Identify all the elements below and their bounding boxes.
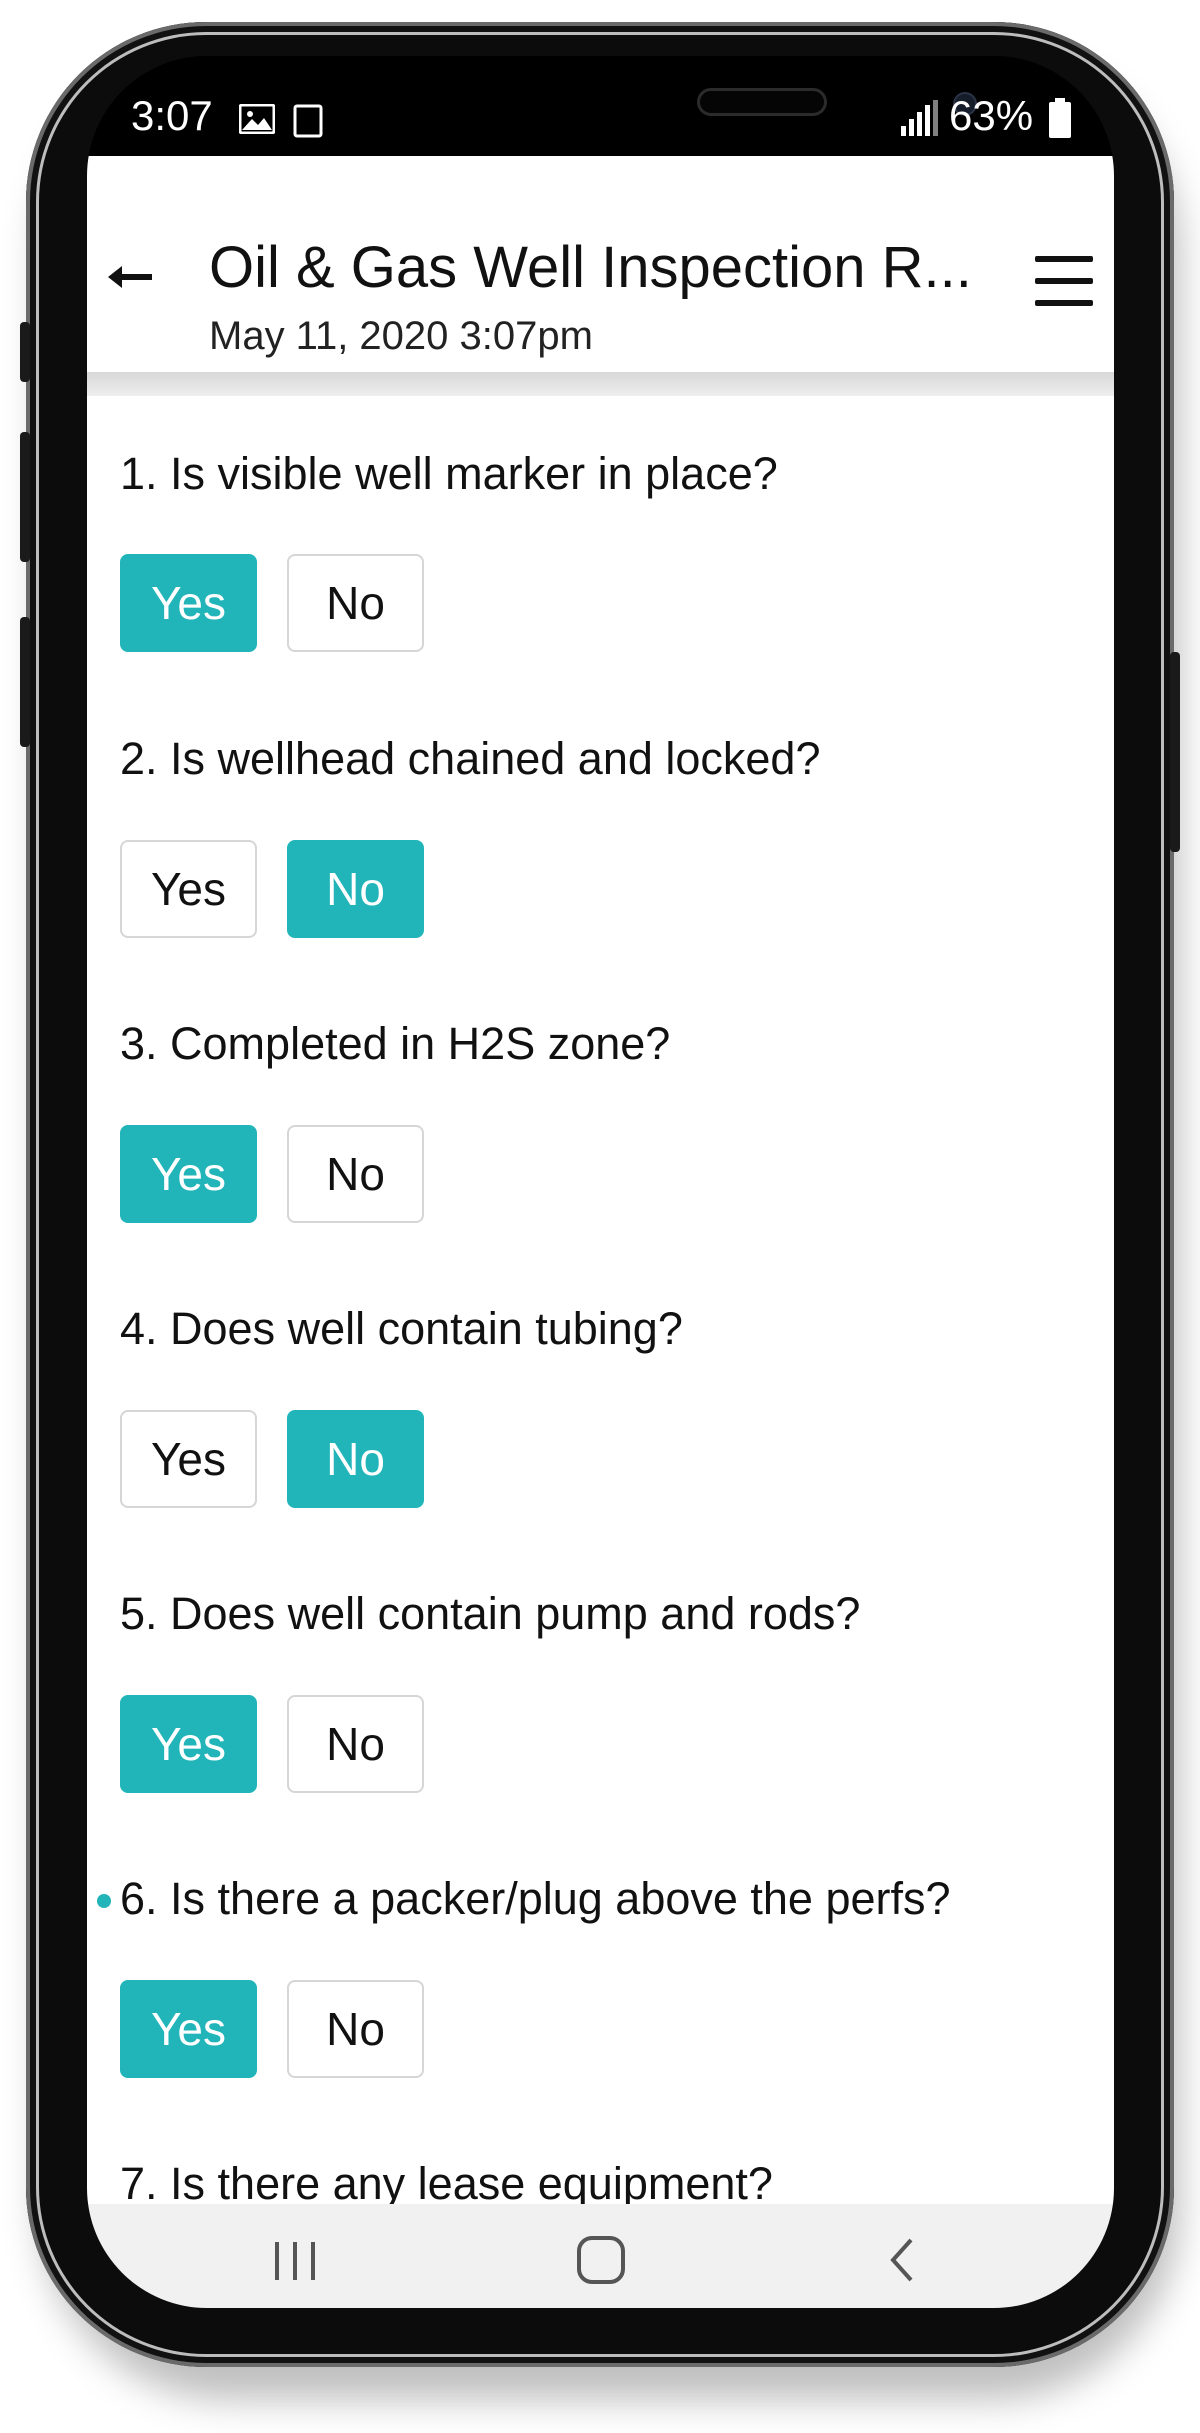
image-icon xyxy=(239,104,275,134)
header-divider xyxy=(87,372,1114,396)
question-6-label: 6. Is there a packer/plug above the perf… xyxy=(120,1873,951,1924)
side-button-volume xyxy=(20,432,30,562)
signal-icon xyxy=(901,100,938,136)
system-nav-bar xyxy=(87,2204,1114,2308)
back-button[interactable] xyxy=(101,252,161,302)
battery-percentage: 63% xyxy=(949,92,1034,139)
side-button-power xyxy=(1170,652,1180,852)
question-2-label: 2. Is wellhead chained and locked? xyxy=(120,733,821,784)
question-5-yes-button[interactable]: Yes xyxy=(120,1695,257,1793)
side-button-bixby xyxy=(20,617,30,747)
unsaved-indicator-dot xyxy=(97,1894,111,1908)
question-6-no-button[interactable]: No xyxy=(287,1980,424,2078)
side-button-top xyxy=(20,322,30,382)
status-time: 3:07 xyxy=(131,92,213,139)
question-4-yes-button[interactable]: Yes xyxy=(120,1410,257,1508)
back-arrow-icon xyxy=(108,266,152,288)
question-3-yes-button[interactable]: Yes xyxy=(120,1125,257,1223)
question-1-no-button[interactable]: No xyxy=(287,554,424,652)
question-1-yes-button[interactable]: Yes xyxy=(120,554,257,652)
question-3-no-button[interactable]: No xyxy=(287,1125,424,1223)
partial-notification-icon xyxy=(293,104,323,138)
question-2-no-button[interactable]: No xyxy=(287,840,424,938)
battery-icon xyxy=(1049,98,1071,138)
question-4-no-button[interactable]: No xyxy=(287,1410,424,1508)
app-header: Oil & Gas Well Inspection R... May 11, 2… xyxy=(87,156,1114,372)
back-nav-icon[interactable] xyxy=(881,2232,921,2288)
question-4-label: 4. Does well contain tubing? xyxy=(120,1303,683,1354)
inspection-form: 1. Is visible well marker in place? Yes … xyxy=(87,396,1114,2204)
question-1-label: 1. Is visible well marker in place? xyxy=(120,448,778,499)
home-icon[interactable] xyxy=(571,2232,631,2288)
page-title: Oil & Gas Well Inspection R... xyxy=(209,235,972,300)
question-7-label: 7. Is there any lease equipment? xyxy=(120,2158,773,2204)
hamburger-menu-icon[interactable] xyxy=(1035,256,1095,310)
recent-apps-icon[interactable] xyxy=(270,2232,320,2288)
camera-notch xyxy=(327,56,977,154)
question-5-no-button[interactable]: No xyxy=(287,1695,424,1793)
page-subtitle-date: May 11, 2020 3:07pm xyxy=(209,314,593,358)
question-6-yes-button[interactable]: Yes xyxy=(120,1980,257,2078)
status-bar: 3:07 63% xyxy=(87,56,1114,156)
phone-screen: 3:07 63% Oil & Gas Well Inspection R... … xyxy=(87,56,1114,2308)
speaker-grille xyxy=(697,88,827,116)
question-5-label: 5. Does well contain pump and rods? xyxy=(120,1588,861,1639)
question-3-label: 3. Completed in H2S zone? xyxy=(120,1018,671,1069)
question-2-yes-button[interactable]: Yes xyxy=(120,840,257,938)
